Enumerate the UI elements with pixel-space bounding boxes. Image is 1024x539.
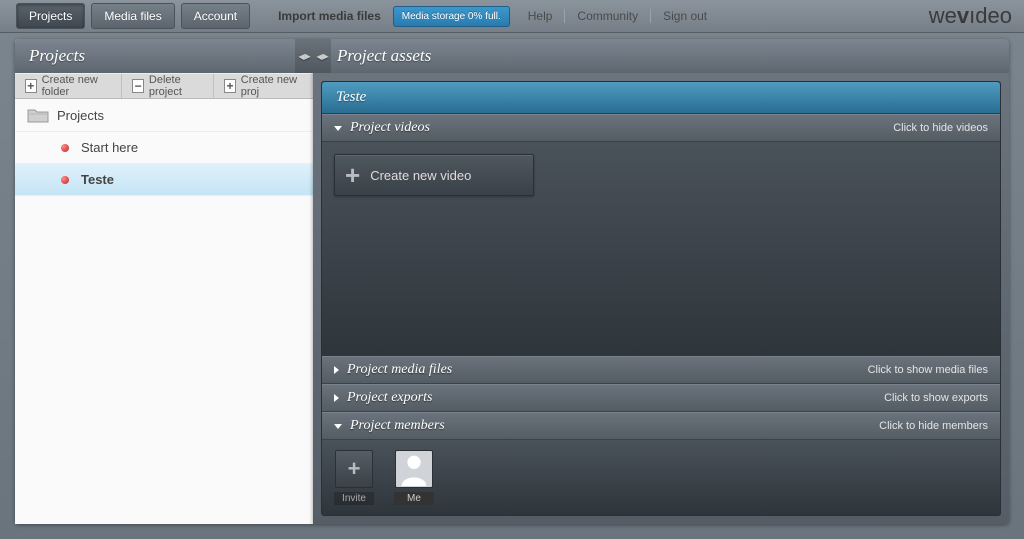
project-title: Teste [322, 82, 1000, 114]
community-link[interactable]: Community [565, 9, 651, 23]
tab-account[interactable]: Account [181, 3, 250, 29]
section-title: Project media files [347, 362, 452, 378]
member-label: Me [394, 492, 434, 505]
plus-icon: + [25, 79, 37, 93]
person-icon [396, 450, 432, 487]
chevron-right-icon [334, 366, 339, 374]
videos-body: + Create new video [322, 142, 1000, 356]
project-dot-icon [61, 144, 69, 152]
collapse-left-icon[interactable]: ◀▶ [295, 39, 313, 73]
chevron-down-icon [334, 126, 342, 131]
tab-projects[interactable]: Projects [16, 3, 85, 29]
projects-root-folder[interactable]: Projects [15, 99, 313, 132]
create-video-label: Create new video [370, 168, 471, 183]
tree-item-start-here[interactable]: Start here [15, 132, 313, 164]
section-hint: Click to hide members [879, 420, 988, 432]
project-assets-panel: ◀▶ Project assets Teste Project videos C… [313, 39, 1009, 524]
invite-button[interactable]: + [335, 450, 373, 488]
folder-icon [27, 107, 49, 123]
projects-toolbar: + Create new folder − Delete project + C… [15, 73, 313, 99]
assets-panel-header: ◀▶ Project assets [313, 39, 1009, 73]
tab-media-files[interactable]: Media files [91, 3, 174, 29]
section-hint: Click to show media files [868, 364, 988, 376]
expand-right-icon[interactable]: ◀▶ [313, 39, 331, 73]
section-title: Project videos [350, 120, 430, 136]
tree-item-teste[interactable]: Teste [15, 164, 313, 196]
storage-indicator[interactable]: Media storage 0% full. [393, 6, 510, 27]
section-videos-header[interactable]: Project videos Click to hide videos [322, 114, 1000, 142]
import-media-link[interactable]: Import media files [266, 9, 393, 23]
project-card: Teste Project videos Click to hide video… [321, 81, 1001, 516]
projects-panel-header: Projects ◀▶ [15, 39, 313, 73]
top-navigation: Projects Media files Account Import medi… [0, 0, 1024, 33]
tree-root-label: Projects [57, 108, 104, 123]
member-tile-me[interactable]: Me [394, 450, 434, 505]
plus-icon: + [345, 162, 360, 188]
projects-panel-title: Projects [29, 46, 85, 65]
chevron-down-icon [334, 424, 342, 429]
tree-item-label: Start here [81, 140, 138, 155]
signout-link[interactable]: Sign out [651, 9, 719, 23]
wevideo-logo: wevıdeo [929, 3, 1012, 29]
assets-panel-title: Project assets [337, 46, 431, 65]
create-video-button[interactable]: + Create new video [334, 154, 534, 196]
section-title: Project exports [347, 390, 432, 406]
help-link[interactable]: Help [516, 9, 566, 23]
section-hint: Click to show exports [884, 392, 988, 404]
delete-project-button[interactable]: − Delete project [122, 74, 214, 98]
section-title: Project members [350, 418, 445, 434]
plus-icon: + [348, 458, 361, 480]
section-media-header[interactable]: Project media files Click to show media … [322, 356, 1000, 384]
create-folder-button[interactable]: + Create new folder [15, 74, 122, 98]
section-hint: Click to hide videos [893, 122, 988, 134]
plus-icon: + [224, 79, 236, 93]
invite-label: Invite [334, 492, 374, 505]
create-project-button[interactable]: + Create new proj [214, 74, 313, 98]
invite-member-tile[interactable]: + Invite [334, 450, 374, 505]
avatar [395, 450, 433, 488]
minus-icon: − [132, 79, 144, 93]
section-members-header[interactable]: Project members Click to hide members [322, 412, 1000, 440]
tree-item-label: Teste [81, 172, 114, 187]
chevron-right-icon [334, 394, 339, 402]
projects-tree: Projects Start here Teste [15, 99, 313, 524]
section-exports-header[interactable]: Project exports Click to show exports [322, 384, 1000, 412]
members-body: + Invite Me [322, 440, 1000, 515]
project-dot-icon [61, 176, 69, 184]
projects-panel: Projects ◀▶ + Create new folder − Delete… [15, 39, 313, 524]
